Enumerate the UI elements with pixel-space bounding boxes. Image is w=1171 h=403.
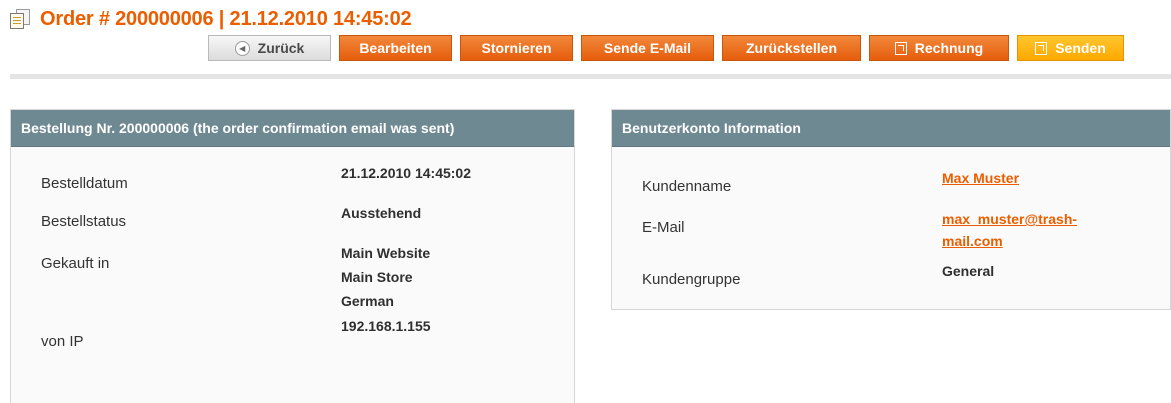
order-view-page: Order # 200000006 | 21.12.2010 14:45:02 … (0, 0, 1171, 403)
account-info-heading: Benutzerkonto Information (612, 110, 1170, 147)
customer-name-link[interactable]: Max Muster (942, 168, 1019, 189)
purchased-from-label: Gekauft in (41, 255, 110, 272)
order-document-icon (10, 9, 32, 29)
hold-button[interactable]: Zurückstellen (722, 35, 861, 61)
back-arrow-icon: ◀ (234, 40, 250, 56)
purchased-from-store: Main Store (341, 269, 413, 285)
order-info-box: Bestellung Nr. 200000006 (the order conf… (10, 109, 575, 403)
send-email-button-label: Sende E-Mail (603, 40, 692, 56)
purchased-from-storeview: German (341, 293, 394, 309)
action-toolbar: ◀ Zurück Bearbeiten Stornieren Sende E-M… (208, 35, 1124, 61)
customer-email-link-line1[interactable]: max_muster@trash- (942, 209, 1077, 230)
ship-icon (1035, 41, 1048, 55)
back-button-label: Zurück (257, 40, 305, 56)
back-button[interactable]: ◀ Zurück (208, 35, 331, 61)
edit-button[interactable]: Bearbeiten (339, 35, 452, 61)
page-header: Order # 200000006 | 21.12.2010 14:45:02 (10, 6, 412, 32)
customer-group-label: Kundengruppe (642, 271, 741, 288)
email-label: E-Mail (642, 219, 685, 236)
customer-name-label: Kundenname (642, 178, 732, 195)
header-divider (10, 74, 1171, 79)
ip-value: 192.168.1.155 (341, 318, 431, 334)
page-title: Order # 200000006 | 21.12.2010 14:45:02 (40, 7, 412, 30)
order-date-label: Bestelldatum (41, 175, 128, 192)
hold-button-label: Zurückstellen (745, 40, 838, 56)
cancel-button-label: Stornieren (481, 40, 552, 56)
edit-button-label: Bearbeiten (359, 40, 432, 56)
ship-button-label: Senden (1055, 40, 1106, 56)
purchased-from-website: Main Website (341, 245, 431, 261)
send-email-button[interactable]: Sende E-Mail (581, 35, 714, 61)
order-info-heading: Bestellung Nr. 200000006 (the order conf… (11, 110, 574, 147)
ship-button[interactable]: Senden (1017, 35, 1124, 61)
ip-label: von IP (41, 333, 84, 350)
customer-email-link-line2[interactable]: mail.com (942, 231, 1003, 252)
cancel-order-button[interactable]: Stornieren (460, 35, 573, 61)
customer-group-value: General (942, 263, 995, 279)
invoice-icon (894, 41, 907, 55)
order-status-value: Ausstehend (341, 205, 422, 221)
order-date-value: 21.12.2010 14:45:02 (341, 165, 471, 181)
invoice-button[interactable]: Rechnung (869, 35, 1009, 61)
invoice-button-label: Rechnung (914, 40, 984, 56)
order-status-label: Bestellstatus (41, 213, 127, 230)
account-info-box: Benutzerkonto Information Kundenname Max… (611, 109, 1171, 310)
